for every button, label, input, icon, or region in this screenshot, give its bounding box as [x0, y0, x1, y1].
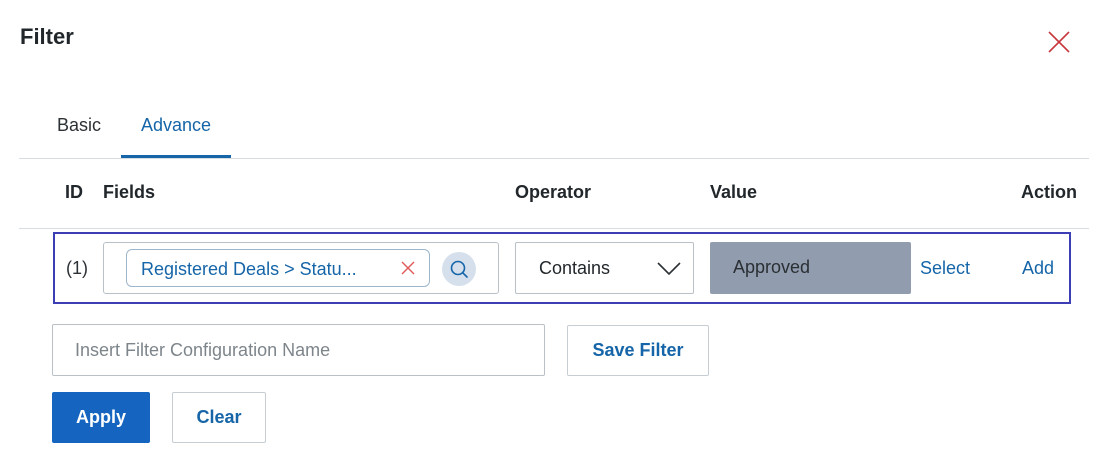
column-header-action: Action [1021, 182, 1077, 202]
header-divider [19, 228, 1089, 229]
operator-select[interactable]: Contains [515, 242, 694, 294]
value-text: Approved [733, 257, 811, 277]
value-field[interactable]: Approved [710, 242, 911, 294]
tab-basic[interactable]: Basic [57, 115, 101, 158]
close-icon [1048, 31, 1070, 53]
operator-value: Contains [539, 258, 611, 278]
dialog-title: Filter [20, 24, 74, 49]
tab-advance[interactable]: Advance [121, 115, 231, 158]
column-header-fields: Fields [103, 182, 156, 202]
close-button[interactable] [1044, 27, 1074, 57]
select-value-link[interactable]: Select [920, 258, 970, 279]
save-filter-button[interactable]: Save Filter [567, 325, 709, 376]
chevron-down-icon [657, 262, 681, 276]
field-chip-label: Registered Deals > Statu... [141, 259, 357, 279]
filter-tabs: Basic Advance [19, 108, 1089, 159]
search-icon [450, 260, 468, 278]
column-header-value: Value [710, 182, 758, 202]
clear-button[interactable]: Clear [172, 392, 266, 443]
apply-button[interactable]: Apply [52, 392, 150, 443]
field-search-button[interactable] [442, 252, 476, 286]
field-chip[interactable]: Registered Deals > Statu... [126, 249, 430, 287]
chip-remove-icon[interactable] [401, 261, 415, 275]
row-id: (1) [66, 258, 88, 278]
column-header-id: ID [65, 182, 83, 202]
add-row-link[interactable]: Add [1022, 258, 1054, 279]
filter-config-name-input[interactable] [52, 324, 545, 376]
column-header-operator: Operator [515, 182, 592, 202]
